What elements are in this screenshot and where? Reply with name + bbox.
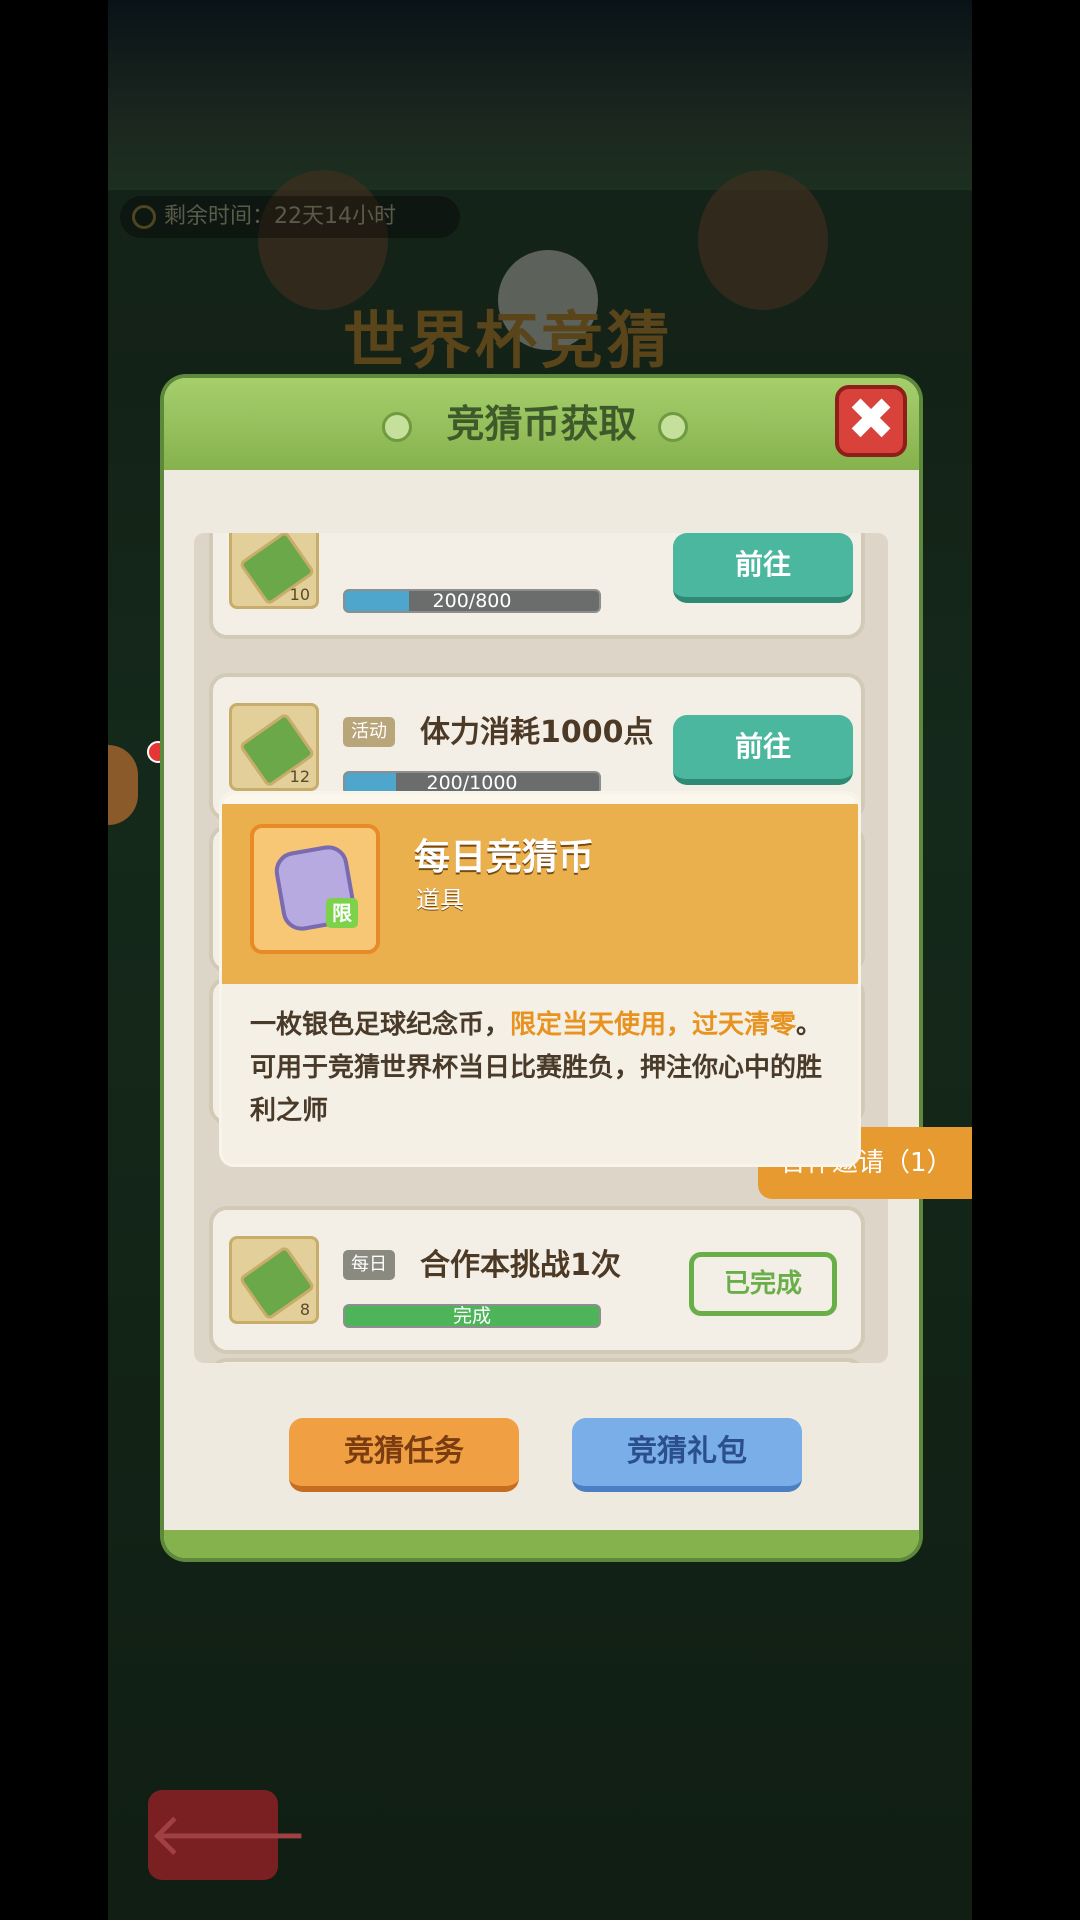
coin-icon: 限 <box>250 824 380 954</box>
item-count: 8 <box>299 1300 310 1319</box>
desc-highlight: 限定当天使用，过天清零 <box>510 1010 797 1040</box>
task-tag: 活动 <box>343 717 395 747</box>
ticket-icon: 8 <box>229 1236 319 1324</box>
ticket-icon: 10 <box>229 533 319 609</box>
list-item: 8 每日 合作本挑战1次 完成 已完成 <box>209 1206 865 1354</box>
tooltip-header: 限 每日竞猜币 道具 <box>222 794 858 984</box>
soccer-ball-icon <box>658 412 688 442</box>
item-count: 12 <box>289 767 310 786</box>
progress-bar: 200/1000 <box>343 771 601 795</box>
dialog-footer <box>164 1530 919 1558</box>
progress-text: 200/800 <box>432 590 512 612</box>
item-tooltip: 限 每日竞猜币 道具 一枚银色足球纪念币，限定当天使用，过天清零。可用于竞猜世界… <box>222 794 858 1164</box>
item-count: 10 <box>289 585 310 604</box>
go-button[interactable]: 前往 <box>673 533 853 603</box>
item-description: 一枚银色足球纪念币，限定当天使用，过天清零。可用于竞猜世界杯当日比赛胜负，押注你… <box>250 1004 835 1133</box>
back-button[interactable]: 🡐 <box>148 1790 309 1880</box>
task-name: 合作本挑战1次 <box>420 1248 621 1283</box>
item-name: 每日竞猜币 <box>414 837 595 878</box>
list-item <box>209 1358 865 1363</box>
ticket-icon: 12 <box>229 703 319 791</box>
progress-text: 200/1000 <box>426 772 518 794</box>
guess-tasks-button[interactable]: 竞猜任务 <box>289 1418 519 1492</box>
close-button[interactable]: ✖ <box>835 385 907 457</box>
task-tag: 每日 <box>343 1250 395 1280</box>
item-type: 道具 <box>416 886 464 914</box>
progress-bar: 完成 <box>343 1304 601 1328</box>
guess-gift-button[interactable]: 竞猜礼包 <box>572 1418 802 1492</box>
dialog-title: 竞猜币获取 <box>446 402 637 446</box>
list-item: 10 200/800 前往 <box>209 533 865 639</box>
dialog-header: 竞猜币获取 <box>164 378 919 470</box>
task-name: 体力消耗1000点 <box>420 715 654 750</box>
limited-badge: 限 <box>326 898 358 928</box>
go-button[interactable]: 前往 <box>673 715 853 785</box>
completed-button: 已完成 <box>689 1252 837 1316</box>
progress-bar: 200/800 <box>343 589 601 613</box>
progress-text: 完成 <box>452 1305 491 1327</box>
desc-text: 一枚银色足球纪念币， <box>250 1010 511 1040</box>
